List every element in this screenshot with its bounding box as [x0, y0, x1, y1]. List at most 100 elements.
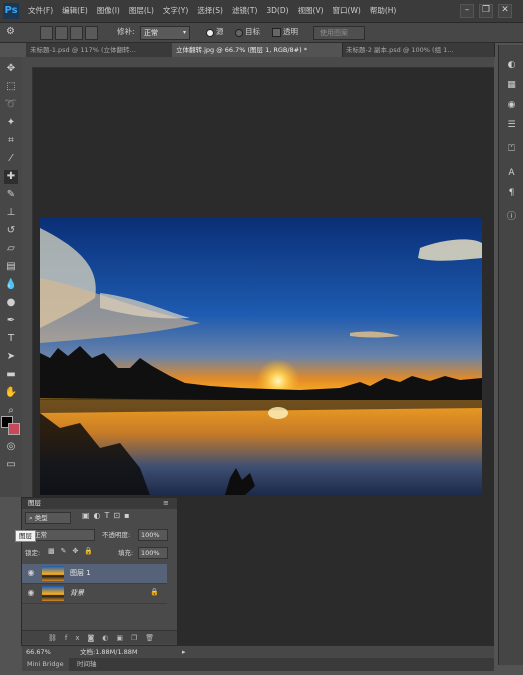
- stamp-tool-icon[interactable]: ⊥: [4, 206, 18, 220]
- document-tab-bar: 未标题-1.psd @ 117% (立体翻转… 立体翻转.jpg @ 66.7%…: [26, 43, 495, 57]
- layer-filter-select[interactable]: ⌕ 类型: [25, 512, 71, 524]
- opacity-field[interactable]: 100%: [138, 529, 168, 541]
- crop-tool-icon[interactable]: ⌗: [4, 134, 18, 148]
- patch-tool-icon[interactable]: ✚: [4, 170, 18, 184]
- menu-3d[interactable]: 3D(D): [266, 0, 288, 22]
- add-selection-icon[interactable]: [55, 26, 68, 40]
- shape-tool-icon[interactable]: ▬: [4, 368, 18, 382]
- character-panel-icon[interactable]: A: [504, 167, 519, 180]
- zoom-level[interactable]: 66.67%: [26, 646, 51, 658]
- minimize-button[interactable]: –: [460, 4, 474, 18]
- eye-icon[interactable]: ◉: [26, 568, 36, 578]
- tab-document-2[interactable]: 立体翻转.jpg @ 66.7% (图层 1, RGB/8#) *: [172, 43, 343, 57]
- close-button[interactable]: ✕: [498, 4, 512, 18]
- layer-thumbnail: [42, 586, 64, 601]
- opacity-value: 100%: [141, 531, 160, 539]
- screen-mode-icon[interactable]: ▭: [4, 458, 18, 472]
- tab-document-1[interactable]: 未标题-1.psd @ 117% (立体翻转…: [26, 43, 173, 57]
- transparent-checkbox[interactable]: [272, 28, 281, 37]
- eyedropper-icon[interactable]: ⁄: [4, 152, 18, 166]
- tab-label: 立体翻转.jpg @ 66.7% (图层 1, RGB/8#) *: [176, 46, 307, 54]
- source-radio[interactable]: [206, 29, 214, 37]
- layers-panel-title[interactable]: 图层: [28, 498, 41, 509]
- dodge-tool-icon[interactable]: ●: [4, 296, 18, 310]
- fill-field[interactable]: 100%: [138, 547, 168, 559]
- new-selection-icon[interactable]: [40, 26, 53, 40]
- tab-document-3[interactable]: 未标题-2 副本.psd @ 100% (组 1…: [342, 43, 495, 57]
- color-panel-icon[interactable]: ◐: [504, 59, 519, 72]
- menu-layer[interactable]: 图层(L): [129, 0, 154, 22]
- type-tool-icon[interactable]: T: [4, 332, 18, 346]
- fill-value: 100%: [141, 549, 160, 557]
- quick-mask-icon[interactable]: ◎: [4, 440, 18, 454]
- patch-mode-value: 正常: [144, 29, 158, 37]
- move-tool-icon[interactable]: ✥: [4, 62, 18, 76]
- lock-label: 锁定:: [25, 549, 41, 557]
- brush-tool-icon[interactable]: ✎: [4, 188, 18, 202]
- hand-tool-icon[interactable]: ✋: [4, 386, 18, 400]
- menu-window[interactable]: 窗口(W): [333, 0, 361, 22]
- bottom-panel-bar: Mini Bridge 时间轴: [22, 658, 494, 671]
- layer-name: 背景: [70, 589, 84, 597]
- magic-wand-icon[interactable]: ✦: [4, 116, 18, 130]
- photoshop-logo: Ps: [3, 3, 19, 19]
- paragraph-panel-icon[interactable]: ¶: [504, 187, 519, 200]
- info-panel-icon[interactable]: ⓘ: [504, 211, 519, 224]
- tab-label: 未标题-1.psd @ 117% (立体翻转…: [30, 46, 137, 54]
- document-info[interactable]: 文档:1.88M/1.88M: [80, 646, 138, 658]
- menu-type[interactable]: 文字(Y): [163, 0, 188, 22]
- blur-tool-icon[interactable]: 💧: [4, 278, 18, 292]
- pen-tool-icon[interactable]: ✒: [4, 314, 18, 328]
- layer-row-background[interactable]: ◉ 背景 🔒: [22, 584, 167, 604]
- sunset-lake-photo[interactable]: [40, 218, 482, 495]
- layer-filter-icons[interactable]: ▣◐T⊡▪: [82, 511, 134, 520]
- right-dock: ◐ ▦ ◉ ☰ ⏍ A ¶ ⓘ: [498, 45, 523, 665]
- layer-filter-value: 类型: [34, 514, 48, 522]
- marquee-tool-icon[interactable]: ⬚: [4, 80, 18, 94]
- patch-mode-select[interactable]: 正常 ▾: [140, 26, 190, 40]
- swatches-panel-icon[interactable]: ▦: [504, 79, 519, 92]
- menu-items: 文件(F) 编辑(E) 图像(I) 图层(L) 文字(Y) 选择(S) 滤镜(T…: [28, 0, 405, 22]
- use-pattern-label: 使用图案: [320, 29, 348, 37]
- gradient-icon[interactable]: ▤: [4, 260, 18, 274]
- chevron-down-icon: ▾: [182, 29, 186, 36]
- destination-radio[interactable]: [235, 29, 243, 37]
- subtract-selection-icon[interactable]: [70, 26, 83, 40]
- patch-mode-label: 修补:: [117, 27, 135, 36]
- menu-edit[interactable]: 编辑(E): [62, 0, 88, 22]
- menu-image[interactable]: 图像(I): [97, 0, 120, 22]
- path-select-icon[interactable]: ➤: [4, 350, 18, 364]
- sunset-image: [40, 218, 482, 495]
- chevron-right-icon[interactable]: ▸: [182, 646, 186, 658]
- lock-icons[interactable]: ▩✎✥🔒: [48, 547, 99, 555]
- lock-icon: 🔒: [150, 588, 159, 596]
- intersect-selection-icon[interactable]: [85, 26, 98, 40]
- patch-tool-icon[interactable]: ⚙: [6, 26, 19, 38]
- tab-mini-bridge[interactable]: Mini Bridge: [22, 658, 69, 671]
- panel-menu-icon[interactable]: ≡: [163, 498, 169, 509]
- menu-help[interactable]: 帮助(H): [370, 0, 397, 22]
- layer-name: 图层 1: [70, 569, 91, 577]
- history-panel-icon[interactable]: ⏍: [504, 143, 519, 156]
- lasso-tool-icon[interactable]: ➰: [4, 98, 18, 112]
- layer-thumbnail: [42, 566, 64, 581]
- adjustments-panel-icon[interactable]: ◉: [504, 99, 519, 112]
- menu-view[interactable]: 视图(V): [298, 0, 324, 22]
- history-brush-icon[interactable]: ↺: [4, 224, 18, 238]
- source-label: 源: [216, 27, 224, 36]
- options-bar: ⚙ 修补: 正常 ▾ 源 目标 透明 使用图案: [0, 23, 523, 43]
- eye-icon[interactable]: ◉: [26, 588, 36, 598]
- styles-panel-icon[interactable]: ☰: [504, 119, 519, 132]
- menu-file[interactable]: 文件(F): [28, 0, 53, 22]
- use-pattern-button[interactable]: 使用图案: [313, 26, 365, 40]
- menu-select[interactable]: 选择(S): [197, 0, 223, 22]
- tab-timeline[interactable]: 时间轴: [72, 658, 102, 671]
- layers-footer-icons[interactable]: ⛓fx◙◐▣❐🗑: [22, 630, 177, 644]
- status-bar: 66.67% 文档:1.88M/1.88M ▸: [22, 645, 494, 658]
- opacity-label: 不透明度:: [102, 531, 131, 539]
- layer-row-1[interactable]: ◉ 图层 1: [22, 564, 167, 584]
- maximize-button[interactable]: ❐: [479, 4, 493, 18]
- background-color[interactable]: [8, 423, 20, 435]
- menu-filter[interactable]: 滤镜(T): [232, 0, 257, 22]
- eraser-icon[interactable]: ▱: [4, 242, 18, 256]
